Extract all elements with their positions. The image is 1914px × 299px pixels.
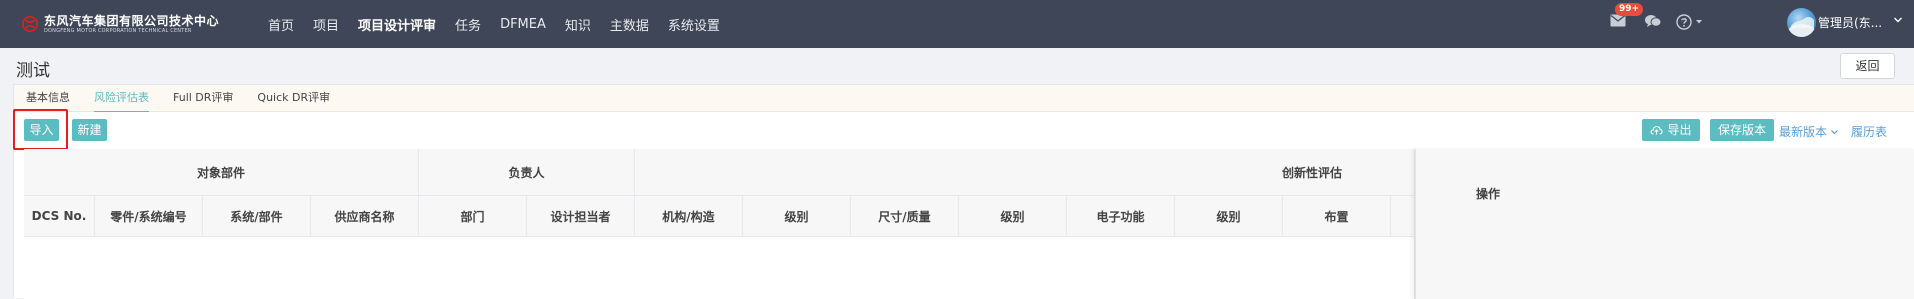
- avatar[interactable]: [1787, 8, 1816, 37]
- col-level-1[interactable]: 级别: [743, 196, 851, 237]
- tab-basic-info[interactable]: 基本信息: [26, 85, 70, 112]
- col-action: 操作: [1476, 187, 1501, 201]
- col-dcs-no[interactable]: DCS No.: [24, 196, 95, 237]
- brand-logo[interactable]: 东风汽车集团有限公司技术中心 DONGFENG MOTOR CORPORATIO…: [20, 15, 242, 34]
- col-supplier-name[interactable]: 供应商名称: [311, 196, 419, 237]
- mail-icon[interactable]: [1610, 14, 1628, 30]
- col-level-2[interactable]: 级别: [959, 196, 1067, 237]
- mail-count-badge: 99+: [1615, 3, 1644, 16]
- latest-version-label: 最新版本: [1779, 125, 1828, 139]
- brand-name-cn: 东风汽车集团有限公司技术中心: [44, 13, 220, 28]
- nav-item-task[interactable]: 任务: [455, 15, 481, 34]
- col-system-part[interactable]: 系统/部件: [203, 196, 311, 237]
- export-label: 导出: [1667, 123, 1692, 137]
- brand-text: 东风汽车集团有限公司技术中心 DONGFENG MOTOR CORPORATIO…: [44, 15, 219, 34]
- dongfeng-logo-icon: [20, 16, 40, 32]
- latest-version-dropdown[interactable]: 最新版本: [1779, 123, 1839, 140]
- nav-item-home[interactable]: 首页: [268, 15, 294, 34]
- help-icon: [1676, 14, 1692, 30]
- history-link[interactable]: 履历表: [1851, 123, 1887, 140]
- tab-risk-assessment[interactable]: 风险评估表: [94, 85, 149, 112]
- brand-name-en: DONGFENG MOTOR CORPORATION TECHNICAL CEN…: [44, 27, 192, 34]
- export-button[interactable]: 导出: [1642, 119, 1700, 141]
- action-column: 操作: [1415, 149, 1914, 299]
- group-header-target-part: 对象部件: [24, 149, 419, 196]
- nav-item-master-data[interactable]: 主数据: [610, 15, 649, 34]
- col-part-system-number[interactable]: 零件/系统编号: [95, 196, 203, 237]
- page-title: 测试: [16, 61, 50, 81]
- group-header-owner: 负责人: [419, 149, 635, 196]
- user-name[interactable]: 管理员(东...: [1818, 14, 1882, 31]
- import-button[interactable]: 导入: [24, 119, 59, 141]
- col-mechanism-structure[interactable]: 机构/构造: [635, 196, 743, 237]
- tab-bar: 基本信息 风险评估表 Full DR评审 Quick DR评审: [14, 85, 1914, 112]
- chat-icon[interactable]: [1644, 13, 1662, 29]
- col-layout[interactable]: 布置: [1283, 196, 1391, 237]
- content-card: 基本信息 风险评估表 Full DR评审 Quick DR评审 导入 新建 导出…: [13, 84, 1914, 299]
- col-electronic-function[interactable]: 电子功能: [1067, 196, 1175, 237]
- help-menu[interactable]: [1676, 13, 1708, 31]
- caret-down-icon: [1696, 20, 1702, 24]
- main-nav: 首页 项目 项目设计评审 任务 DFMEA 知识 主数据 系统设置: [268, 15, 739, 34]
- col-design-owner[interactable]: 设计担当者: [527, 196, 635, 237]
- back-button[interactable]: 返回: [1840, 53, 1895, 79]
- chevron-down-icon[interactable]: [1893, 14, 1903, 28]
- nav-item-design-review[interactable]: 项目设计评审: [358, 15, 436, 34]
- risk-assessment-table: 对象部件 负责人 创新性评估 DCS No. 零件/系统编号 系统/部件 供应商…: [24, 149, 1914, 299]
- col-department[interactable]: 部门: [419, 196, 527, 237]
- save-version-button[interactable]: 保存版本: [1710, 119, 1774, 141]
- tab-full-dr-review[interactable]: Full DR评审: [173, 85, 233, 112]
- nav-item-system-settings[interactable]: 系统设置: [668, 15, 720, 34]
- nav-item-knowledge[interactable]: 知识: [565, 15, 591, 34]
- new-button[interactable]: 新建: [72, 119, 107, 141]
- cloud-upload-icon: [1651, 125, 1664, 135]
- tab-quick-dr-review[interactable]: Quick DR评审: [257, 85, 330, 112]
- col-size-mass[interactable]: 尺寸/质量: [851, 196, 959, 237]
- table-body-empty: [24, 237, 1415, 299]
- chevron-down-icon: [1831, 130, 1838, 135]
- nav-item-project[interactable]: 项目: [313, 15, 339, 34]
- col-level-3[interactable]: 级别: [1175, 196, 1283, 237]
- group-header-innovation-assessment: 创新性评估: [635, 149, 1415, 196]
- nav-item-dfmea[interactable]: DFMEA: [500, 17, 546, 32]
- col-level-4[interactable]: [1391, 196, 1415, 237]
